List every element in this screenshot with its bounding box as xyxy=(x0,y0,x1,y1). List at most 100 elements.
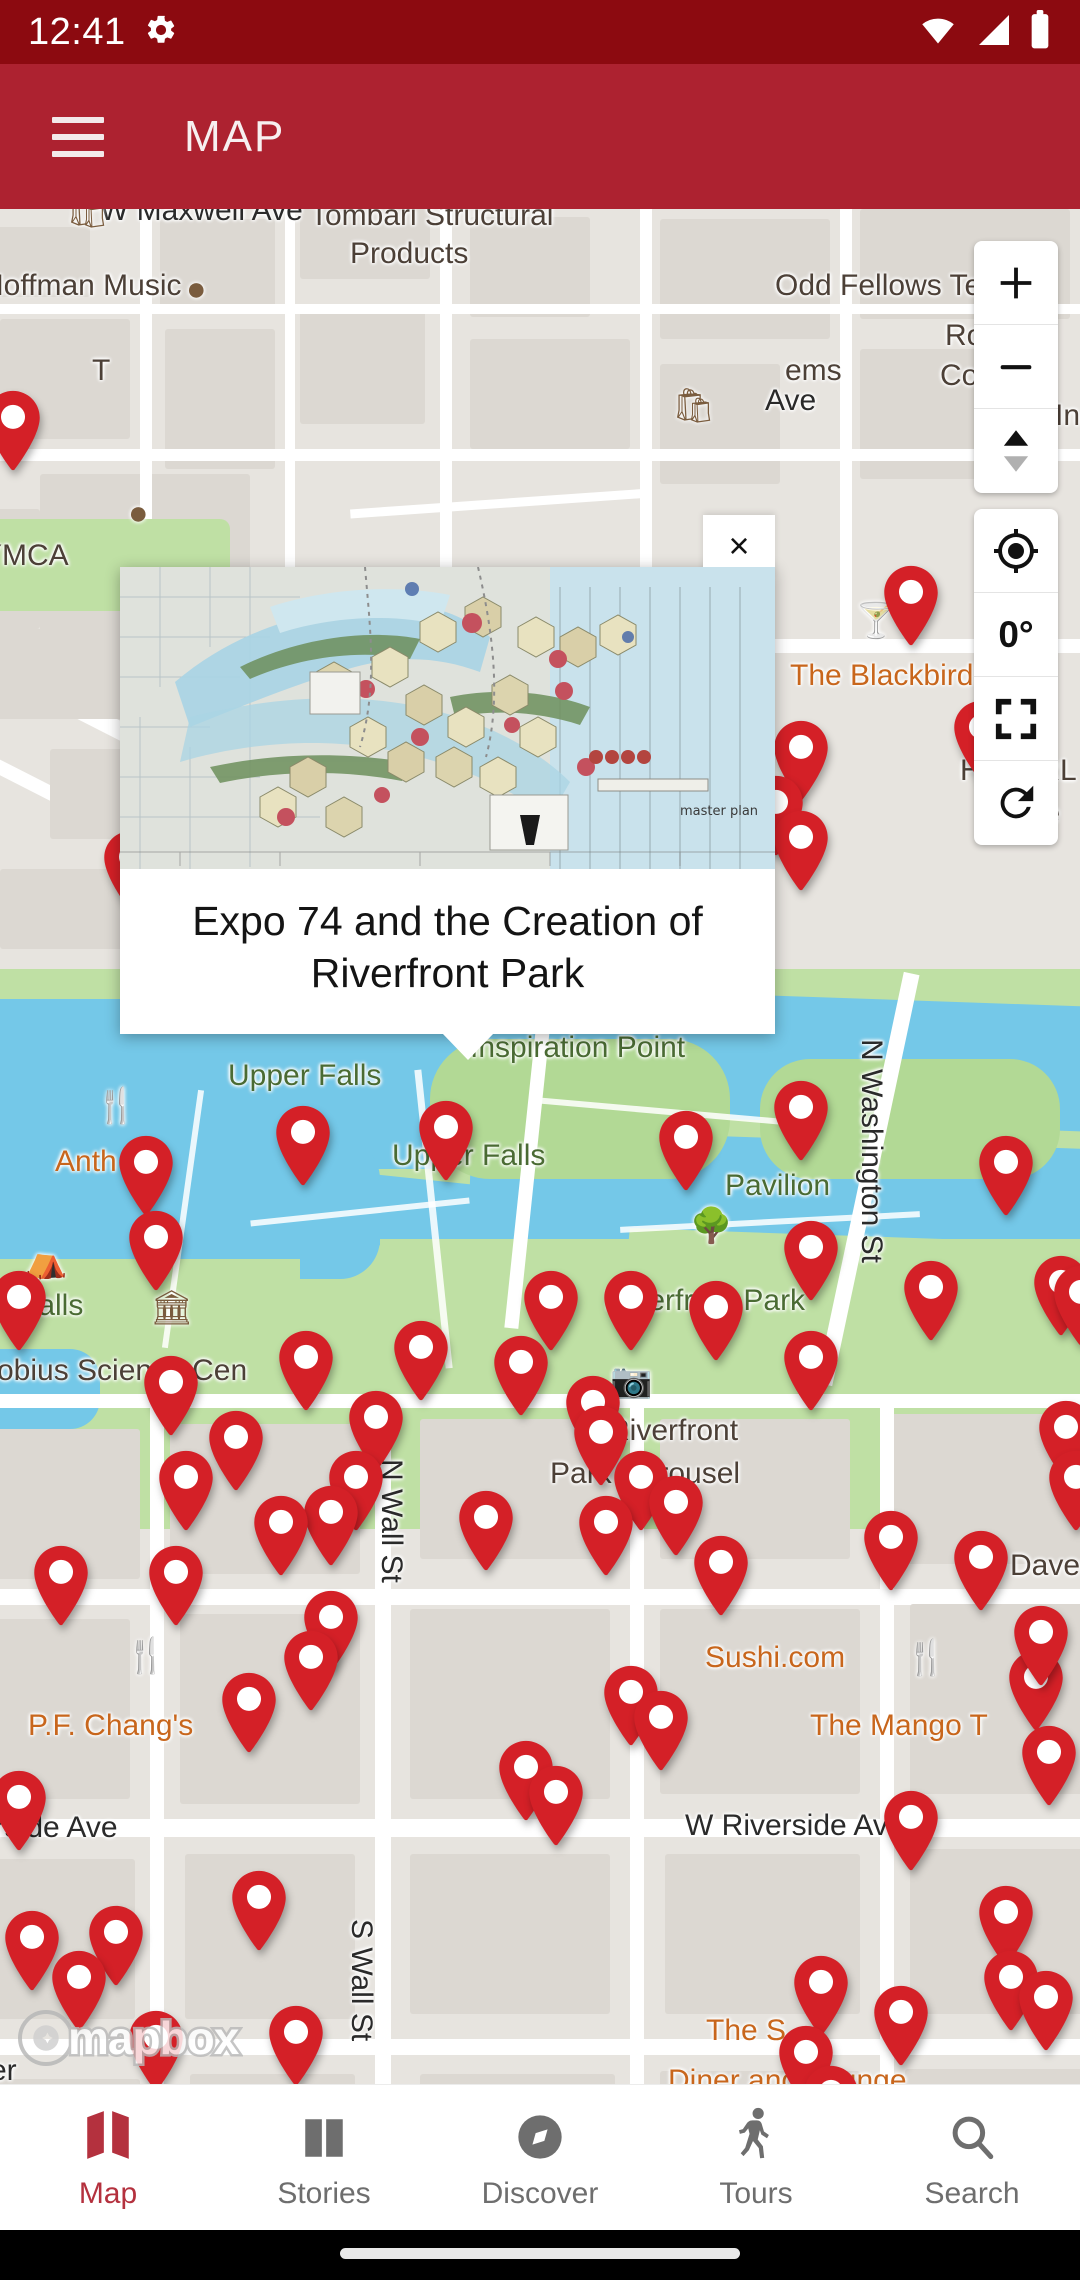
battery-icon xyxy=(1028,9,1052,55)
popup-pointer xyxy=(442,1032,494,1060)
plan-caption: master plan xyxy=(680,804,758,819)
status-bar-system-icons xyxy=(916,9,1052,55)
map-marker-pin[interactable] xyxy=(645,1474,707,1558)
bearing-value: 0° xyxy=(998,613,1034,655)
mapbox-attribution[interactable]: mapbox xyxy=(18,2010,242,2067)
system-gesture-bar xyxy=(0,2230,1080,2280)
map-marker-pin[interactable] xyxy=(272,1104,334,1188)
map-marker-pin[interactable] xyxy=(30,1544,92,1628)
map-marker-pin[interactable] xyxy=(0,1269,50,1353)
nav-item-tours[interactable]: Tours xyxy=(648,2085,864,2230)
nav-label: Discover xyxy=(481,2176,599,2210)
map-zoom-controls[interactable] xyxy=(974,241,1058,493)
map-marker-pin[interactable] xyxy=(1050,1264,1080,1348)
map-marker-pin[interactable] xyxy=(630,1689,692,1773)
zoom-out-button[interactable] xyxy=(974,325,1058,409)
map-label: Anth xyxy=(55,1145,117,1178)
map-marker-pin[interactable] xyxy=(575,1494,637,1578)
map-marker-pin[interactable] xyxy=(415,1099,477,1183)
mapbox-logo-icon xyxy=(18,2010,74,2066)
map-label: The Mango T xyxy=(810,1709,988,1742)
map-marker-pin[interactable] xyxy=(455,1489,517,1573)
app-bar: MAP xyxy=(0,64,1080,209)
zoom-in-button[interactable] xyxy=(974,241,1058,325)
map-label: er xyxy=(0,2054,17,2084)
map-label: YMCA xyxy=(0,539,69,572)
map-label: Upper Falls xyxy=(228,1059,382,1092)
map-marker-pin[interactable] xyxy=(125,1209,187,1293)
map-canvas[interactable]: W Maxwell Ave Tombari Structural Product… xyxy=(0,209,1080,2084)
tree-icon: 🌳 xyxy=(690,1207,733,1245)
map-marker-pin[interactable] xyxy=(860,1509,922,1593)
map-marker-pin[interactable] xyxy=(655,1109,717,1193)
app-screen: 12:41 MAP W Maxwell Ave Tombari Structur… xyxy=(0,0,1080,2280)
map-marker-pin[interactable] xyxy=(780,1329,842,1413)
map-marker-pin[interactable] xyxy=(0,1769,50,1853)
map-marker-pin[interactable] xyxy=(228,1869,290,1953)
map-marker-pin[interactable] xyxy=(880,564,942,648)
map-marker-pin[interactable] xyxy=(1018,1724,1080,1808)
nav-item-map[interactable]: Map xyxy=(0,2085,216,2230)
map-label: Pavilion xyxy=(725,1169,831,1202)
locate-me-button[interactable] xyxy=(974,509,1058,593)
map-marker-pin[interactable] xyxy=(115,1134,177,1218)
map-marker-pin[interactable] xyxy=(900,1259,962,1343)
gear-icon xyxy=(144,13,178,52)
park-dot-icon: ● xyxy=(128,494,149,532)
reset-refresh-button[interactable] xyxy=(974,761,1058,845)
map-label: Odd Fellows Tem xyxy=(775,269,1007,302)
map-marker-pin[interactable] xyxy=(155,1449,217,1533)
shopping-bag-icon: 🛍 xyxy=(672,387,716,425)
fullscreen-button[interactable] xyxy=(974,677,1058,761)
map-marker-pin[interactable] xyxy=(800,2064,862,2084)
nav-item-search[interactable]: Search xyxy=(864,2085,1080,2230)
map-label: The Blackbird xyxy=(790,659,974,692)
map-action-controls[interactable]: 0° xyxy=(974,509,1058,845)
map-label: P.F. Chang's xyxy=(28,1709,194,1742)
map-label: T xyxy=(92,354,111,387)
map-marker-pin[interactable] xyxy=(780,1219,842,1303)
map-label: S Wall St xyxy=(345,1919,378,2042)
map-marker-pin[interactable] xyxy=(975,1134,1037,1218)
map-marker-pin[interactable] xyxy=(770,809,832,893)
map-marker-pin[interactable] xyxy=(1010,1604,1072,1688)
map-marker-pin[interactable] xyxy=(0,389,44,473)
mapbox-wordmark: mapbox xyxy=(65,2010,241,2067)
place-popup-card[interactable]: × master plan Expo 74 and the Creation o… xyxy=(120,515,775,1060)
map-marker-pin[interactable] xyxy=(1045,1449,1080,1533)
map-marker-pin[interactable] xyxy=(870,1984,932,2068)
search-icon xyxy=(947,2105,997,2163)
map-marker-pin[interactable] xyxy=(275,1329,337,1413)
map-label: W Riverside Ave xyxy=(685,1809,905,1842)
nav-item-discover[interactable]: Discover xyxy=(432,2085,648,2230)
map-label: Products xyxy=(350,237,469,270)
compass-icon xyxy=(514,2105,566,2163)
map-marker-pin[interactable] xyxy=(280,1629,342,1713)
bottom-navigation[interactable]: Map Stories Discover Tours Search xyxy=(0,2084,1080,2230)
map-marker-pin[interactable] xyxy=(140,1354,202,1438)
shopping-bag-icon: 🛍 xyxy=(66,209,110,230)
map-marker-pin[interactable] xyxy=(250,1494,312,1578)
map-marker-pin[interactable] xyxy=(490,1334,552,1418)
map-marker-pin[interactable] xyxy=(1015,1969,1077,2053)
hamburger-menu-icon[interactable] xyxy=(52,116,104,157)
map-marker-pin[interactable] xyxy=(265,2004,327,2084)
map-marker-pin[interactable] xyxy=(145,1544,207,1628)
bearing-button[interactable]: 0° xyxy=(974,593,1058,677)
map-marker-pin[interactable] xyxy=(685,1279,747,1363)
park-dot-icon: ● xyxy=(186,270,207,308)
map-marker-pin[interactable] xyxy=(880,1789,942,1873)
gesture-pill[interactable] xyxy=(340,2248,740,2259)
map-label: W Maxwell Ave xyxy=(100,209,303,227)
map-marker-pin[interactable] xyxy=(525,1764,587,1848)
map-marker-pin[interactable] xyxy=(218,1671,280,1755)
map-label: ems xyxy=(785,354,842,387)
nav-label: Stories xyxy=(277,2176,371,2210)
map-marker-pin[interactable] xyxy=(770,1079,832,1163)
map-marker-pin[interactable] xyxy=(600,1269,662,1353)
tilt-control[interactable] xyxy=(974,409,1058,493)
nav-item-stories[interactable]: Stories xyxy=(216,2085,432,2230)
map-marker-pin[interactable] xyxy=(950,1529,1012,1613)
map-icon xyxy=(83,2105,133,2163)
wifi-icon xyxy=(916,12,960,53)
